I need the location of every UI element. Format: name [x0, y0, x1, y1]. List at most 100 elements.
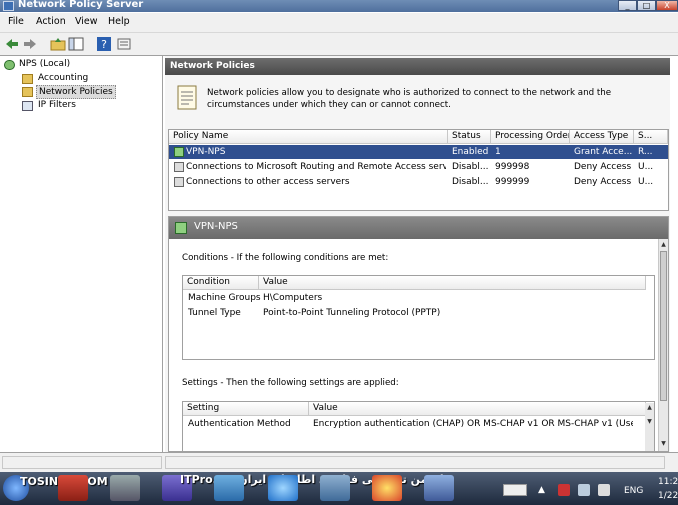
app-icon[interactable]: [424, 475, 454, 501]
cell-status: Enabled: [452, 147, 489, 157]
cell-policy-name: VPN-NPS: [186, 147, 226, 157]
taskbar: TOSINSO.COM انجمن تخصصی فناوری اطلاعات ا…: [0, 472, 678, 505]
cell-order: 1: [495, 147, 501, 157]
title-bar: Network Policy Server _ □ X: [0, 0, 678, 12]
cell-status: Disabl...: [452, 162, 489, 172]
scroll-down-icon[interactable]: ▼: [659, 439, 668, 448]
app-icon[interactable]: [58, 475, 88, 501]
condition-value: Point-to-Point Tunneling Protocol (PPTP): [263, 308, 441, 318]
column-header-status[interactable]: Status: [448, 130, 491, 144]
detail-title: VPN-NPS: [194, 221, 238, 232]
scroll-down-icon[interactable]: ▼: [645, 417, 654, 426]
status-bar: [0, 452, 678, 473]
column-header-processing-order[interactable]: Processing Order: [491, 130, 570, 144]
app-icon[interactable]: [320, 475, 350, 501]
table-row[interactable]: Connections to other access servers Disa…: [169, 175, 668, 189]
cell-source: R...: [638, 147, 653, 157]
toolbar: ?: [0, 33, 678, 56]
policy-detail-pane: VPN-NPS Conditions - If the following co…: [168, 216, 669, 452]
policy-enabled-icon: [174, 147, 184, 157]
language-indicator[interactable]: ENG: [624, 486, 643, 496]
clock-date: 1/22: [658, 491, 678, 501]
status-panel: [2, 456, 162, 469]
cell-order: 999999: [495, 177, 530, 187]
network-icon[interactable]: [578, 484, 590, 496]
cell-source: U...: [638, 162, 654, 172]
menu-file[interactable]: File: [8, 16, 24, 27]
policy-document-icon: [176, 85, 198, 111]
pane-header: Network Policies: [165, 58, 670, 75]
menu-view[interactable]: View: [75, 16, 98, 27]
up-folder-icon[interactable]: [50, 36, 66, 52]
cell-policy-name: Connections to other access servers: [186, 177, 350, 187]
tree-item-label: Network Policies: [36, 85, 116, 99]
help-icon[interactable]: ?: [96, 36, 112, 52]
app-icon[interactable]: [110, 475, 140, 501]
menu-action[interactable]: Action: [36, 16, 66, 27]
cell-source: U...: [638, 177, 654, 187]
column-header-access-type[interactable]: Access Type: [570, 130, 634, 144]
filter-icon: [22, 101, 33, 111]
folder-icon: [22, 74, 33, 84]
app-icon[interactable]: [214, 475, 244, 501]
tree-item-label: IP Filters: [38, 100, 76, 110]
policy-disabled-icon: [174, 177, 184, 187]
flag-icon[interactable]: [558, 484, 570, 496]
close-button[interactable]: X: [656, 0, 678, 11]
volume-icon[interactable]: [598, 484, 610, 496]
maximize-button[interactable]: □: [637, 0, 656, 11]
keyboard-icon[interactable]: [503, 484, 527, 496]
folder-icon: [22, 87, 33, 97]
detail-header: VPN-NPS: [169, 217, 668, 239]
table-row[interactable]: VPN-NPS Enabled 1 Grant Acce... R...: [169, 145, 668, 159]
column-header-setting[interactable]: Setting: [183, 402, 309, 416]
tray-arrow-icon[interactable]: ▲: [538, 485, 545, 495]
conditions-label: Conditions - If the following conditions…: [182, 253, 389, 263]
tree-item-label: NPS (Local): [19, 59, 71, 69]
cell-policy-name: Connections to Microsoft Routing and Rem…: [186, 162, 446, 172]
cell-order: 999998: [495, 162, 530, 172]
cell-access-type: Deny Access: [574, 177, 632, 187]
detail-scrollbar[interactable]: ▲ ▼: [658, 239, 668, 451]
condition-name: Machine Groups: [188, 293, 261, 303]
scroll-up-icon[interactable]: ▲: [645, 403, 654, 412]
setting-value: Encryption authentication (CHAP) OR MS-C…: [313, 419, 633, 429]
column-header-value[interactable]: Value: [309, 402, 646, 416]
tree-item-network-policies[interactable]: Network Policies: [22, 85, 116, 99]
cell-access-type: Deny Access: [574, 162, 632, 172]
column-header-source[interactable]: S...: [634, 130, 668, 144]
settings-label: Settings - Then the following settings a…: [182, 378, 399, 388]
condition-name: Tunnel Type: [188, 308, 241, 318]
console-tree: NPS (Local) Accounting Network Policies …: [0, 56, 163, 452]
table-row[interactable]: Connections to Microsoft Routing and Rem…: [169, 160, 668, 174]
internet-explorer-icon[interactable]: [268, 475, 298, 501]
nps-server-icon: [4, 60, 15, 70]
settings-scrollbar[interactable]: ▲ ▼: [645, 403, 654, 451]
back-arrow-icon[interactable]: [4, 36, 20, 52]
column-header-value[interactable]: Value: [259, 276, 646, 290]
chrome-icon[interactable]: [372, 475, 402, 501]
tree-item-label: Accounting: [38, 73, 89, 83]
forward-arrow-icon[interactable]: [22, 36, 38, 52]
svg-text:?: ?: [101, 38, 107, 51]
settings-list: Setting Value Authentication Method Encr…: [182, 401, 655, 451]
console-tree-icon[interactable]: [68, 36, 84, 52]
minimize-button[interactable]: _: [618, 0, 637, 11]
scroll-thumb[interactable]: [660, 251, 667, 401]
scroll-up-icon[interactable]: ▲: [659, 240, 668, 249]
conditions-list: Condition Value Machine Groups H\Compute…: [182, 275, 655, 360]
cell-status: Disabl...: [452, 177, 489, 187]
policy-disabled-icon: [174, 162, 184, 172]
status-panel: [165, 456, 665, 469]
menu-bar: File Action View Help: [0, 13, 678, 33]
column-header-condition[interactable]: Condition: [183, 276, 259, 290]
clock-time[interactable]: 11:2: [658, 477, 678, 487]
description-text: Network policies allow you to designate …: [207, 88, 612, 110]
app-icon: [3, 1, 14, 11]
menu-help[interactable]: Help: [108, 16, 130, 27]
policy-enabled-icon: [175, 222, 187, 234]
properties-icon[interactable]: [116, 36, 132, 52]
column-header-policy-name[interactable]: Policy Name: [169, 130, 448, 144]
cell-access-type: Grant Acce...: [574, 147, 633, 157]
setting-name: Authentication Method: [188, 419, 291, 429]
